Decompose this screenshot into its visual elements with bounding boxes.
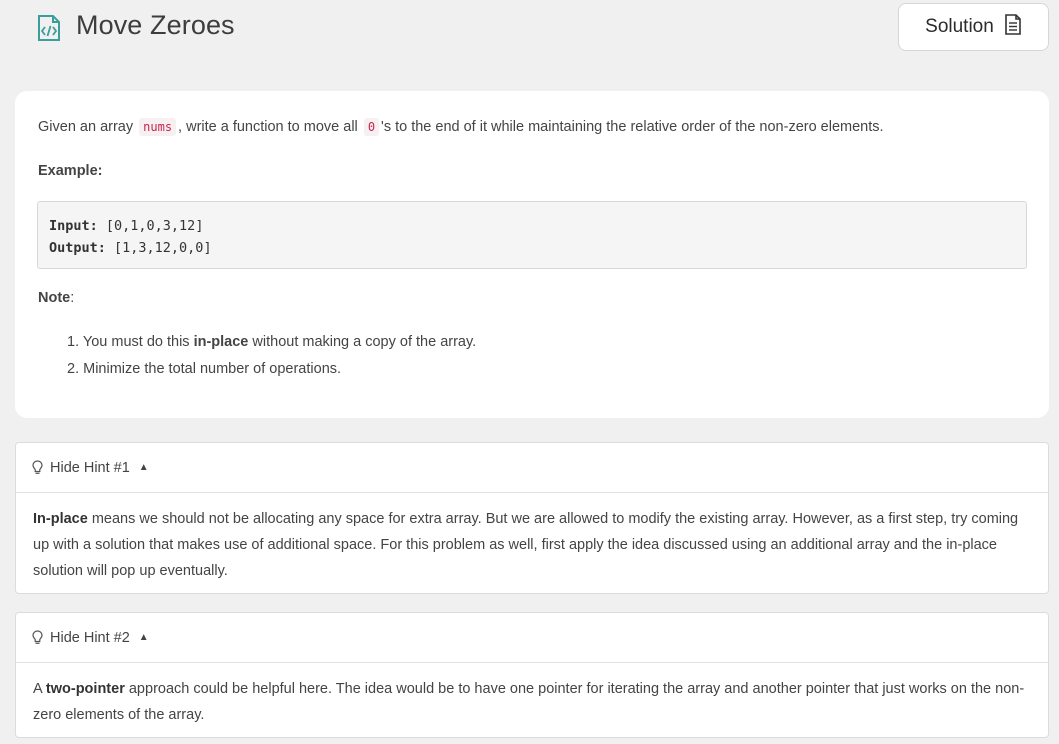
hint-text: means we should not be allocating any sp… <box>33 511 1019 579</box>
hint-label: Hide Hint #1 <box>50 459 130 476</box>
input-label: Input: <box>49 218 98 234</box>
hint-bold: In-place <box>33 511 88 527</box>
list-item: 1. You must do this in-place without mak… <box>67 331 476 358</box>
list-number: 1. <box>67 334 80 350</box>
solution-button[interactable]: Solution <box>898 3 1049 51</box>
hint-body-1: In-place means we should not be allocati… <box>16 493 1048 584</box>
example-code-block: Input: [0,1,0,3,12] Output: [1,3,12,0,0] <box>37 201 1027 269</box>
output-label: Output: <box>49 240 106 256</box>
hint-card-1: Hide Hint #1 ▲ In-place means we should … <box>15 442 1049 594</box>
code-file-icon <box>36 14 62 42</box>
hint-bold: two-pointer <box>45 681 125 697</box>
problem-description-card: Given an array nums, write a function to… <box>15 91 1049 418</box>
hint-label: Hide Hint #2 <box>50 629 130 646</box>
description-text: , write a function to move all <box>178 119 358 135</box>
list-number: 2. <box>67 361 80 377</box>
description-text: 's to the end of it while maintaining th… <box>381 119 884 135</box>
hint-text: approach could be helpful here. The idea… <box>33 681 1025 723</box>
hint-text: A <box>33 681 42 697</box>
note-text: Minimize the total number of operations. <box>83 361 342 377</box>
lightbulb-icon <box>32 460 43 475</box>
problem-description: Given an array nums, write a function to… <box>38 118 884 136</box>
note-label: Note <box>38 290 71 306</box>
note-list: 1. You must do this in-place without mak… <box>67 331 476 385</box>
note-bold: in-place <box>193 334 249 350</box>
hint-toggle-1[interactable]: Hide Hint #1 ▲ <box>16 443 1048 493</box>
note-colon: : <box>70 290 75 306</box>
input-value: [0,1,0,3,12] <box>97 218 204 234</box>
caret-up-icon: ▲ <box>138 462 149 473</box>
description-text: Given an array <box>38 119 134 135</box>
inline-code-nums: nums <box>139 118 177 136</box>
example-input-line: Input: [0,1,0,3,12] <box>49 215 1015 237</box>
list-item: 2. Minimize the total number of operatio… <box>67 358 476 385</box>
note-text: You must do this <box>82 334 190 350</box>
note-text: without making a copy of the array. <box>252 334 477 350</box>
hint-body-2: A two-pointer approach could be helpful … <box>16 663 1048 728</box>
header: Move Zeroes Solution <box>0 0 1059 58</box>
caret-up-icon: ▲ <box>138 632 149 643</box>
solution-button-label: Solution <box>925 16 994 37</box>
inline-code-zero: 0 <box>363 118 380 136</box>
output-value: [1,3,12,0,0] <box>105 240 212 256</box>
document-icon <box>1004 13 1022 41</box>
example-heading: Example: <box>38 163 103 179</box>
example-output-line: Output: [1,3,12,0,0] <box>49 237 1015 259</box>
page-title: Move Zeroes <box>76 10 235 40</box>
hint-card-2: Hide Hint #2 ▲ A two-pointer approach co… <box>15 612 1049 738</box>
note-heading: Note: <box>38 290 74 306</box>
lightbulb-icon <box>32 630 43 645</box>
hint-toggle-2[interactable]: Hide Hint #2 ▲ <box>16 613 1048 663</box>
